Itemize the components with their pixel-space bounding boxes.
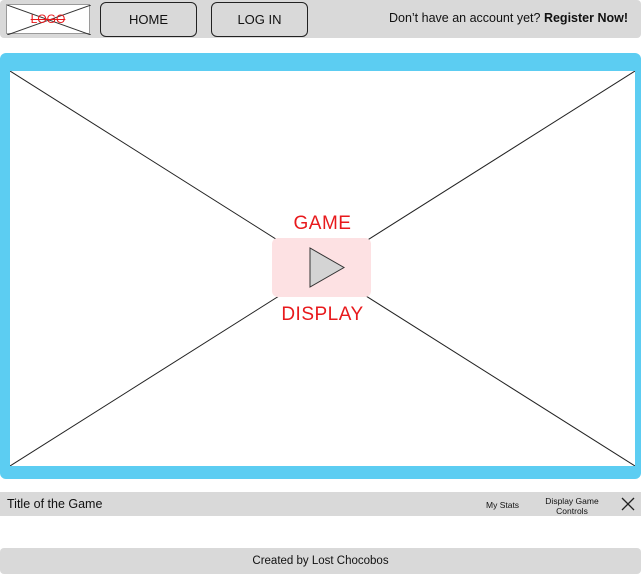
play-button[interactable] xyxy=(272,238,371,297)
logo-placeholder[interactable]: LOGO xyxy=(6,4,91,35)
my-stats-button[interactable]: My Stats xyxy=(486,500,519,510)
login-button[interactable]: LOG IN xyxy=(211,2,308,37)
game-label-bottom: DISPLAY xyxy=(281,304,364,325)
display-game-controls-button[interactable]: Display Game Controls xyxy=(540,496,604,516)
register-prompt-row: Don’t have an account yet? Register Now! xyxy=(389,11,628,25)
game-info-bar: Title of the Game My Stats Display Game … xyxy=(0,492,641,516)
game-label-top: GAME xyxy=(293,213,352,234)
game-display-frame: GAME DISPLAY xyxy=(0,53,641,479)
close-icon[interactable] xyxy=(620,496,636,512)
footer-bar: Created by Lost Chocobos xyxy=(0,548,641,574)
register-prompt-text: Don’t have an account yet? xyxy=(388,11,541,25)
register-now-link[interactable]: Register Now! xyxy=(544,11,628,25)
play-icon xyxy=(309,247,346,288)
logo-text: LOGO xyxy=(30,12,66,26)
game-display-area[interactable]: GAME DISPLAY xyxy=(10,71,635,466)
game-title: Title of the Game xyxy=(7,497,103,511)
header-bar: LOGO HOME LOG IN Don’t have an account y… xyxy=(0,0,641,38)
home-button[interactable]: HOME xyxy=(100,2,197,37)
footer-credit: Created by Lost Chocobos xyxy=(252,555,389,567)
